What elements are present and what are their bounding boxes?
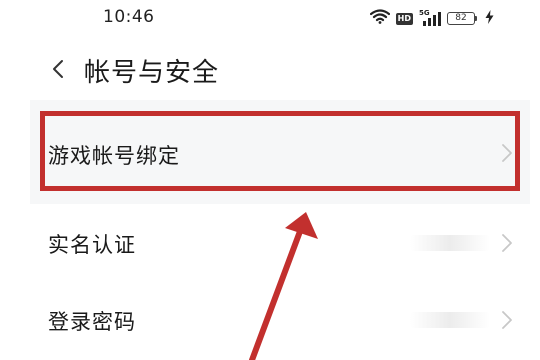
- battery-icon: 82: [447, 12, 477, 25]
- chevron-right-icon: [500, 232, 514, 254]
- list-item-label: 实名认证: [48, 233, 136, 257]
- back-button[interactable]: [46, 56, 70, 86]
- chevron-left-icon: [52, 59, 64, 83]
- list-item-real-name-verification[interactable]: 实名认证: [30, 204, 530, 294]
- status-bar: 10:46 HD 5G 82: [0, 0, 540, 40]
- hd-icon: HD: [395, 12, 413, 25]
- blurred-value: [410, 312, 490, 328]
- battery-level: 82: [447, 12, 475, 25]
- wifi-icon: [369, 9, 390, 28]
- screen: 10:46 HD 5G 82 帐号与安全 游戏帐号绑定 实名认证 登录密码: [0, 0, 540, 360]
- page-title: 帐号与安全: [84, 58, 220, 88]
- list-item-label: 游戏帐号绑定: [48, 144, 180, 168]
- chevron-right-icon: [500, 142, 514, 164]
- list-item-game-account-binding[interactable]: 游戏帐号绑定: [30, 100, 530, 204]
- status-icons: HD 5G 82: [369, 9, 494, 28]
- status-time: 10:46: [103, 7, 155, 27]
- blurred-value: [410, 235, 490, 251]
- chevron-right-icon: [500, 309, 514, 331]
- signal-icon: 5G: [419, 9, 441, 26]
- page-header: 帐号与安全: [0, 48, 540, 94]
- battery-tip: [475, 16, 477, 21]
- list-item-label: 登录密码: [48, 310, 136, 334]
- list-item-login-password[interactable]: 登录密码: [30, 282, 530, 360]
- charging-icon: [485, 9, 494, 28]
